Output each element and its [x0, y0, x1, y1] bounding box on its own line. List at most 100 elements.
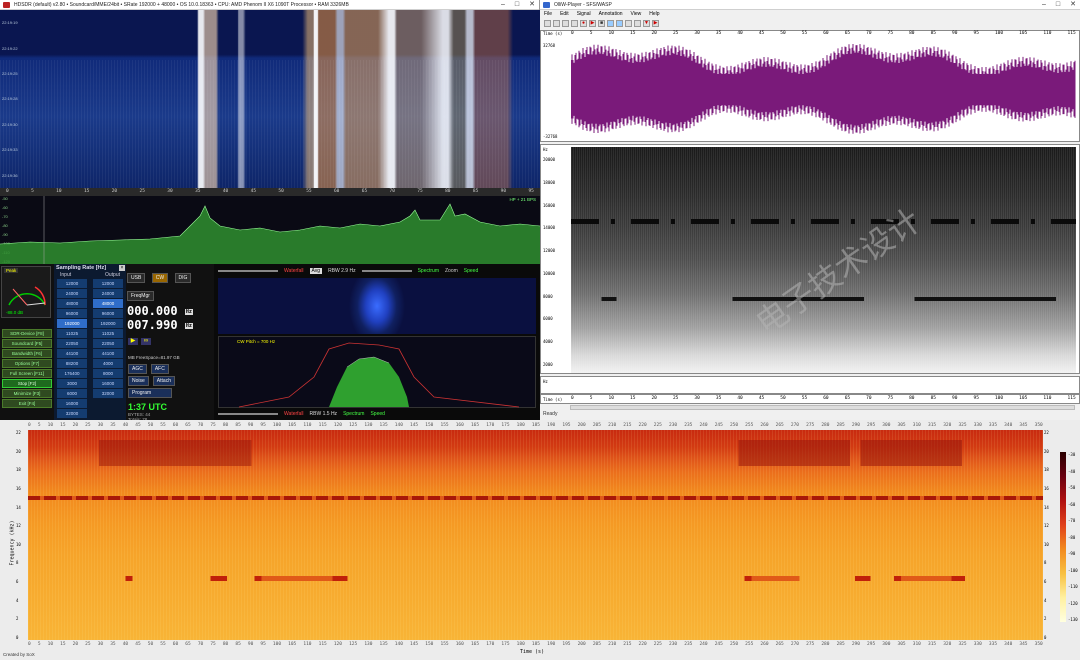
sox-darkband-top [28, 440, 1043, 466]
input-rate-option[interactable]: 16000 [57, 399, 87, 408]
audio-waterfall[interactable] [218, 278, 536, 334]
input-rate-option[interactable]: 11025 [57, 329, 87, 338]
input-rate-option[interactable]: 88200 [57, 359, 87, 368]
avg-select[interactable]: Avg [309, 268, 323, 274]
x-tick: 100 [272, 642, 282, 647]
stop-icon[interactable]: ■ [598, 19, 605, 27]
tune-unit[interactable]: Hz [184, 322, 193, 329]
output-rate-option[interactable]: 12000 [93, 279, 123, 288]
input-rate-option[interactable]: 96000 [57, 309, 87, 318]
overview-strip[interactable]: Hz [540, 376, 1080, 394]
hdsdr-waterfall[interactable]: 22:19:19 22:19:22 22:19:25 22:19:28 22:1… [0, 10, 540, 188]
tune-frequency[interactable]: 007.990 Hz [126, 318, 214, 332]
left-button-soundcard[interactable]: Soundcard [F5] [2, 339, 52, 348]
minimize-icon[interactable]: – [1042, 0, 1046, 9]
time-tick: 90 [952, 31, 958, 36]
menu-annotation[interactable]: Annotation [599, 11, 623, 17]
attach-button[interactable]: Attach [152, 376, 175, 386]
output-rate-option[interactable]: 4000 [93, 359, 123, 368]
input-rate-option[interactable]: 6000 [57, 389, 87, 398]
mode-cw-button[interactable]: CW [151, 273, 169, 283]
output-rate-option[interactable]: 32000 [93, 389, 123, 398]
afc-button[interactable]: AFC [150, 364, 169, 374]
output-rate-list: 12000 24000 48000 96000 192000 11025 22050 4410… [92, 278, 124, 419]
maximize-icon[interactable]: □ [1056, 0, 1060, 9]
freq-tick: 35 [195, 189, 201, 194]
sox-heatmap[interactable] [28, 430, 1043, 640]
input-rate-option[interactable]: 3000 [57, 379, 87, 388]
loop-icon[interactable]: ∞ [141, 338, 151, 345]
zoom-out-icon[interactable] [634, 19, 641, 27]
output-rate-option[interactable]: 44100 [93, 349, 123, 358]
left-button-options[interactable]: Options [F7] [2, 359, 52, 368]
input-rate-option[interactable]: 24000 [57, 289, 87, 298]
play-icon[interactable]: ▶ [589, 19, 596, 27]
left-button-sdr-device[interactable]: SDR-Device [F8] [2, 329, 52, 338]
sampling-close-button[interactable]: × [119, 265, 125, 271]
open-file-icon[interactable] [553, 19, 560, 27]
marker-next-icon[interactable]: ▶ [652, 19, 659, 27]
lo-unit[interactable]: Hz [184, 308, 193, 315]
agc-button[interactable]: AGC [128, 364, 147, 374]
audio-spectrum[interactable]: CW Pitch = 700 Hz [218, 336, 536, 408]
zoom-in-icon[interactable] [625, 19, 632, 27]
input-rate-option[interactable]: 176400 [57, 369, 87, 378]
audio-slider-3[interactable] [218, 413, 278, 415]
menu-edit[interactable]: Edit [560, 11, 569, 17]
lo-frequency[interactable]: 000.000 Hz [126, 304, 214, 318]
speed-label: Speed [463, 268, 479, 274]
output-rate-option[interactable]: 8000 [93, 369, 123, 378]
x-tick: 120 [333, 642, 342, 647]
output-rate-option[interactable]: 11025 [93, 329, 123, 338]
sox-y-scale: 22 20 18 16 14 12 10 8 6 4 2 0 [16, 430, 21, 640]
left-button-full[interactable]: Full Screen [F11] [2, 369, 52, 378]
input-rate-option[interactable]: 12000 [57, 279, 87, 288]
audio-slider-1[interactable] [218, 270, 278, 272]
left-button-bandwidth[interactable]: Bandwidth [F6] [2, 349, 52, 358]
input-rate-option[interactable]: 192000 [57, 319, 87, 328]
x-tick: 225 [653, 423, 662, 428]
output-rate-option[interactable]: 24000 [93, 289, 123, 298]
menu-file[interactable]: File [544, 11, 552, 17]
grid-icon[interactable] [616, 19, 623, 27]
menu-view[interactable]: View [631, 11, 642, 17]
record-icon[interactable]: ● [580, 19, 587, 27]
menu-signal[interactable]: Signal [577, 11, 591, 17]
left-button-minimize[interactable]: Minimize [F3] [2, 389, 52, 398]
menu-help[interactable]: Help [649, 11, 659, 17]
close-icon[interactable]: ✕ [529, 0, 535, 9]
maximize-icon[interactable]: □ [515, 0, 519, 9]
noise-button[interactable]: Noise [128, 376, 149, 386]
output-rate-option[interactable]: 16000 [93, 379, 123, 388]
close-icon[interactable]: ✕ [1070, 0, 1076, 9]
output-rate-option[interactable]: 96000 [93, 309, 123, 318]
hdsdr-titlebar: HDSDR (default) v2.80 • Soundcard/MME/24… [0, 0, 539, 10]
freq-manager-button[interactable]: FreqMgr [127, 291, 154, 301]
save-icon[interactable] [562, 19, 569, 27]
print-icon[interactable] [571, 19, 578, 27]
program-button[interactable]: Program [128, 388, 172, 398]
horizontal-scrollbar[interactable] [570, 405, 1075, 410]
cursor-icon[interactable] [607, 19, 614, 27]
input-rate-option[interactable]: 44100 [57, 349, 87, 358]
output-rate-option[interactable]: 48000 [93, 299, 123, 308]
new-file-icon[interactable] [544, 19, 551, 27]
waveform-panel[interactable]: 0 5 10 15 20 25 30 35 40 45 50 55 60 65 70 75 80 85 90 95 10… [540, 30, 1080, 142]
output-rate-option[interactable]: 192000 [93, 319, 123, 328]
left-button-stop[interactable]: Stop [F2] [2, 379, 52, 388]
marker-icon[interactable]: ▼ [643, 19, 650, 27]
play-icon[interactable]: ▶ [128, 338, 138, 345]
audio-slider-2[interactable] [361, 270, 412, 272]
input-rate-option[interactable]: 32000 [57, 409, 87, 418]
spectrogram-panel[interactable]: Hz 20000 18000 16000 14000 12000 10000 8000 600… [540, 144, 1080, 374]
y-tick: 18 [16, 467, 21, 473]
hdsdr-spectrum[interactable]: -50 -60 -70 -80 -90 -100 -110 -120 HP + … [0, 196, 540, 264]
left-button-exit[interactable]: Exit [F4] [2, 399, 52, 408]
mode-dig-button[interactable]: DIG [174, 273, 192, 283]
mode-usb-button[interactable]: USB [127, 273, 146, 283]
input-rate-option[interactable]: 22050 [57, 339, 87, 348]
freq-tick: 20000 [543, 157, 556, 162]
input-rate-option[interactable]: 48000 [57, 299, 87, 308]
output-rate-option[interactable]: 22050 [93, 339, 123, 348]
minimize-icon[interactable]: – [501, 0, 505, 9]
